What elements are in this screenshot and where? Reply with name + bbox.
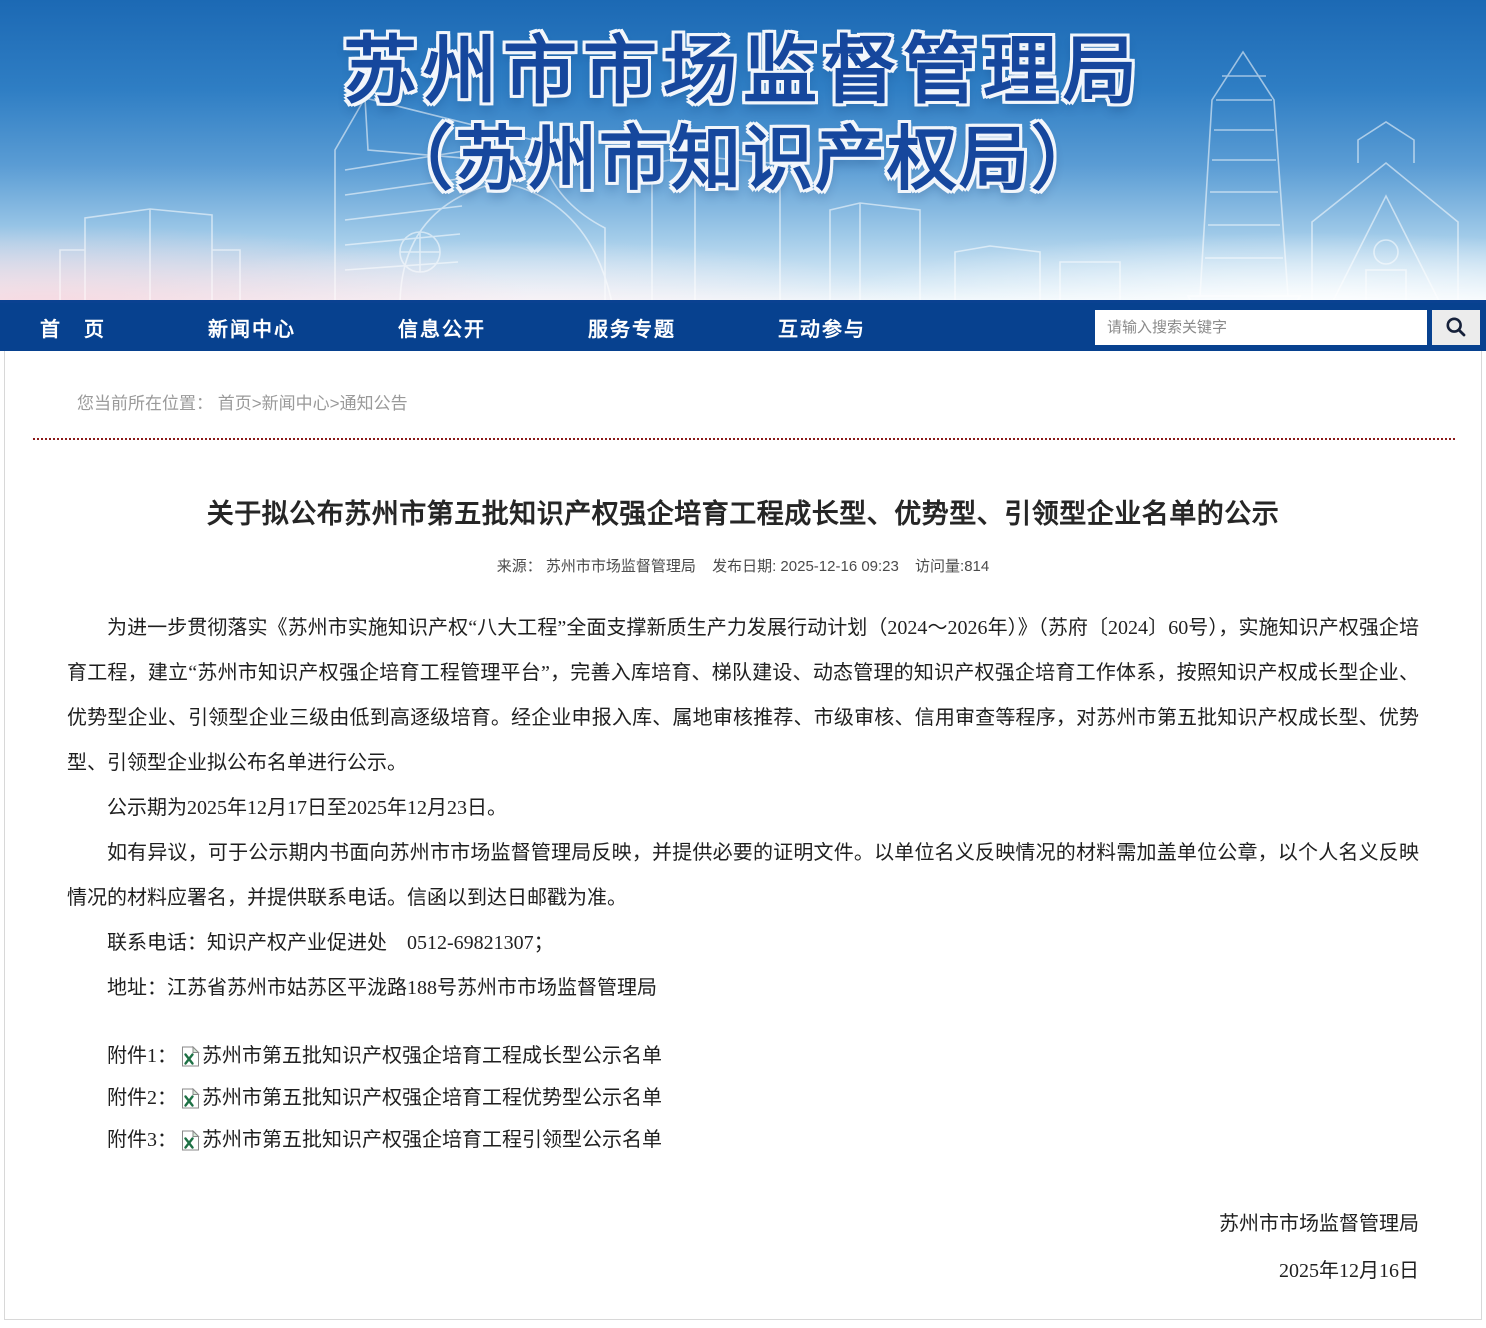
- attachment-name: 苏州市第五批知识产权强企培育工程优势型公示名单: [202, 1077, 662, 1119]
- search-button[interactable]: [1432, 310, 1480, 345]
- search-bar: [1095, 310, 1480, 345]
- breadcrumb-separator: >: [330, 394, 340, 413]
- nav-menu: 首 页 新闻中心 信息公开 服务专题 互动参与: [0, 313, 937, 342]
- site-title-line2: （苏州市知识产权局）: [0, 124, 1486, 194]
- excel-file-icon: [181, 1046, 200, 1067]
- breadcrumb-home[interactable]: 首页: [218, 394, 252, 413]
- article-body: 为进一步贯彻落实《苏州市实施知识产权“八大工程”全面支撑新质生产力发展行动计划（…: [67, 606, 1419, 1011]
- contact-phone-line: 联系电话：知识产权产业促进处 0512-69821307；: [67, 921, 1419, 966]
- site-banner: 苏州市市场监督管理局 （苏州市知识产权局）: [0, 0, 1486, 303]
- main-navbar: 首 页 新闻中心 信息公开 服务专题 互动参与: [0, 303, 1486, 351]
- article: 关于拟公布苏州市第五批知识产权强企培育工程成长型、优势型、引领型企业名单的公示 …: [5, 492, 1481, 1295]
- address-line: 地址：江苏省苏州市姑苏区平泷路188号苏州市市场监督管理局: [67, 966, 1419, 1011]
- content-frame: 您当前所在位置： 首页>新闻中心>通知公告 关于拟公布苏州市第五批知识产权强企培…: [4, 351, 1482, 1320]
- nav-item-home[interactable]: 首 页: [40, 313, 137, 342]
- breadcrumb-separator: >: [252, 394, 262, 413]
- breadcrumb: 您当前所在位置： 首页>新闻中心>通知公告: [5, 351, 1481, 414]
- paragraph: 公示期为2025年12月17日至2025年12月23日。: [67, 786, 1419, 831]
- attachment-link-leading-list[interactable]: 苏州市第五批知识产权强企培育工程引领型公示名单: [177, 1119, 662, 1161]
- attachment-row: 附件2： 苏州市第五批知识产权强企培育工程优势型公示名单: [107, 1077, 1419, 1119]
- breadcrumb-notices[interactable]: 通知公告: [340, 394, 408, 413]
- attachment-row: 附件3： 苏州市第五批知识产权强企培育工程引领型公示名单: [107, 1119, 1419, 1161]
- article-title: 关于拟公布苏州市第五批知识产权强企培育工程成长型、优势型、引领型企业名单的公示: [67, 492, 1419, 531]
- attachment-name: 苏州市第五批知识产权强企培育工程引领型公示名单: [202, 1119, 662, 1161]
- nav-item-info-disclosure[interactable]: 信息公开: [367, 313, 517, 342]
- site-title: 苏州市市场监督管理局 （苏州市知识产权局）: [0, 34, 1486, 194]
- search-icon: [1445, 316, 1467, 338]
- site-title-line1: 苏州市市场监督管理局: [0, 34, 1486, 108]
- dotted-divider: [33, 438, 1455, 440]
- attachment-name: 苏州市第五批知识产权强企培育工程成长型公示名单: [202, 1035, 662, 1077]
- breadcrumb-news-center[interactable]: 新闻中心: [262, 394, 330, 413]
- nav-item-news[interactable]: 新闻中心: [177, 313, 327, 342]
- article-meta: 来源： 苏州市市场监督管理局 发布日期: 2025-12-16 09:23 访问…: [67, 555, 1419, 576]
- excel-file-icon: [181, 1088, 200, 1109]
- article-publish-date: 发布日期: 2025-12-16 09:23: [712, 558, 899, 575]
- nav-item-interaction[interactable]: 互动参与: [747, 313, 897, 342]
- attachment-row: 附件1： 苏州市第五批知识产权强企培育工程成长型公示名单: [107, 1035, 1419, 1077]
- attachment-label: 附件3：: [107, 1119, 177, 1161]
- paragraph: 为进一步贯彻落实《苏州市实施知识产权“八大工程”全面支撑新质生产力发展行动计划（…: [67, 606, 1419, 786]
- search-input[interactable]: [1095, 310, 1427, 345]
- breadcrumb-prefix: 您当前所在位置：: [77, 394, 213, 413]
- attachment-link-growth-list[interactable]: 苏州市第五批知识产权强企培育工程成长型公示名单: [177, 1035, 662, 1077]
- paragraph: 如有异议，可于公示期内书面向苏州市市场监督管理局反映，并提供必要的证明文件。以单…: [67, 831, 1419, 921]
- attachment-link-advantage-list[interactable]: 苏州市第五批知识产权强企培育工程优势型公示名单: [177, 1077, 662, 1119]
- attachments-list: 附件1： 苏州市第五批知识产权强企培育工程成长型公示名单 附件2：: [67, 1035, 1419, 1161]
- attachment-label: 附件1：: [107, 1035, 177, 1077]
- signature-org: 苏州市市场监督管理局: [67, 1201, 1419, 1248]
- article-view-count: 访问量:814: [915, 558, 989, 575]
- article-source: 来源： 苏州市市场监督管理局: [497, 558, 696, 575]
- signature-block: 苏州市市场监督管理局 2025年12月16日: [67, 1201, 1419, 1295]
- attachment-label: 附件2：: [107, 1077, 177, 1119]
- nav-item-service-topics[interactable]: 服务专题: [557, 313, 707, 342]
- signature-date: 2025年12月16日: [67, 1248, 1419, 1295]
- excel-file-icon: [181, 1130, 200, 1151]
